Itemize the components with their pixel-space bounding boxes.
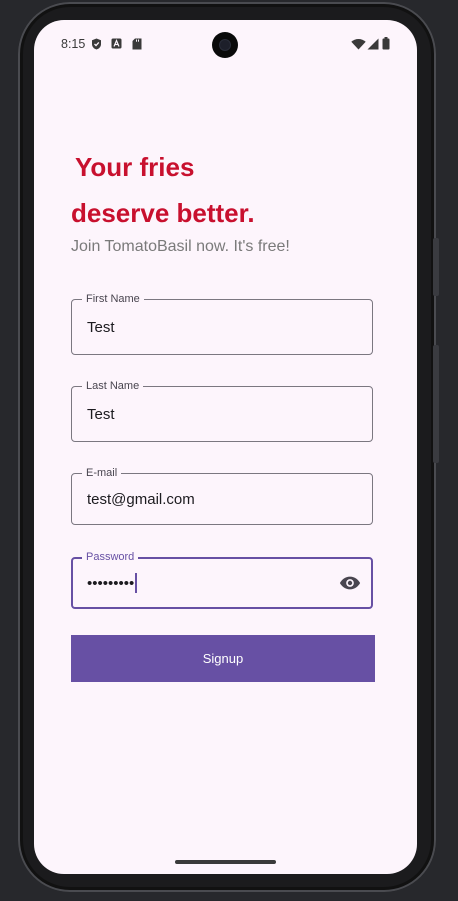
headline-line-1: Your fries [75,152,195,182]
front-camera [212,32,238,58]
sd-card-icon [132,38,142,50]
last-name-value[interactable]: Test [87,387,115,441]
first-name-field[interactable]: First Name Test [71,292,373,355]
first-name-value[interactable]: Test [87,300,115,354]
last-name-field[interactable]: Last Name Test [71,379,373,442]
shield-icon [92,38,101,50]
password-value-wrap[interactable]: ••••••••• [87,559,138,607]
visibility-icon[interactable] [339,572,361,594]
email-field[interactable]: E-mail test@gmail.com [71,466,373,525]
status-bar: 8:15 [34,20,417,68]
subtitle: Join TomatoBasil now. It's free! [71,238,290,255]
password-value[interactable]: ••••••••• [87,575,134,592]
power-button [433,345,439,463]
volume-button [433,238,439,296]
translate-icon [111,38,122,49]
email-value[interactable]: test@gmail.com [87,474,195,524]
password-field[interactable]: Password ••••••••• [71,550,373,609]
headline-line-2: deserve better. [71,198,255,228]
text-cursor [135,573,138,593]
signup-button[interactable]: Signup [71,635,375,682]
signal-icon [367,38,379,50]
status-time: 8:15 [61,37,86,51]
wifi-icon [351,38,366,50]
app-screen: 8:15 Your fries deserve better. Join Tom… [34,20,417,874]
battery-icon [382,37,390,50]
gesture-nav-handle[interactable] [175,860,276,864]
